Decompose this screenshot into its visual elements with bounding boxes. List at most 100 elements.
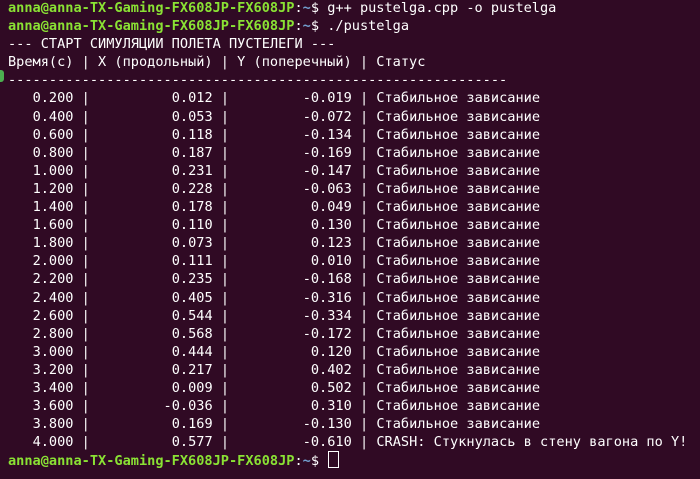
- row-x: 0.187: [171, 144, 213, 161]
- output-row: 2.400 | 0.405 | -0.316 | Стабильное зави…: [8, 289, 700, 307]
- row-x: 0.544: [171, 307, 213, 324]
- column-separator: |: [212, 253, 238, 270]
- activity-indicator: [0, 70, 4, 82]
- output-row: 1.600 | 0.110 | 0.130 | Стабильное завис…: [8, 216, 700, 234]
- row-status: Стабильное зависание: [376, 271, 541, 288]
- row-status: Стабильное зависание: [376, 361, 541, 378]
- row-x: 0.169: [171, 416, 213, 433]
- column-separator: |: [351, 235, 377, 252]
- column-separator: |: [73, 343, 99, 360]
- row-y: 0.130: [310, 217, 352, 234]
- output-row: 3.400 | 0.009 | 0.502 | Стабильное завис…: [8, 379, 700, 397]
- column-separator: |: [212, 325, 238, 342]
- column-separator: |: [73, 144, 99, 161]
- row-x: 0.405: [171, 289, 213, 306]
- column-separator: |: [73, 217, 99, 234]
- row-time: 3.600: [32, 398, 74, 415]
- row-x: 0.110: [171, 217, 213, 234]
- column-separator: |: [73, 416, 99, 433]
- row-x: -0.036: [163, 398, 213, 415]
- row-status: Стабильное зависание: [376, 379, 541, 396]
- column-separator: |: [73, 126, 99, 143]
- column-separator: |: [351, 307, 377, 324]
- prompt-user-host: anna@anna-TX-Gaming-FX608JP-FX608JP: [8, 453, 295, 470]
- column-separator: |: [351, 398, 377, 415]
- column-separator: |: [351, 253, 377, 270]
- row-y: 0.049: [310, 199, 352, 216]
- row-status: Стабильное зависание: [376, 144, 541, 161]
- row-status: Стабильное зависание: [376, 126, 541, 143]
- row-time: 3.000: [32, 343, 74, 360]
- column-separator: |: [351, 126, 377, 143]
- row-time: 2.000: [32, 253, 74, 270]
- table-header: Время(с) | X (продольный) | Y (поперечны…: [8, 54, 426, 71]
- column-separator: |: [212, 398, 238, 415]
- column-separator: |: [351, 180, 377, 197]
- row-time: 0.200: [32, 90, 74, 107]
- output-row: 2.800 | 0.568 | -0.172 | Стабильное зави…: [8, 325, 700, 343]
- prompt-symbol: $: [310, 18, 320, 35]
- column-separator: |: [351, 361, 377, 378]
- row-status: Стабильное зависание: [376, 199, 541, 216]
- row-status: Стабильное зависание: [376, 307, 541, 324]
- row-status: Стабильное зависание: [376, 416, 541, 433]
- row-y: -0.316: [302, 289, 352, 306]
- column-separator: |: [212, 307, 238, 324]
- row-x: 0.053: [171, 108, 213, 125]
- row-time: 1.200: [32, 180, 74, 197]
- row-y: -0.172: [302, 325, 352, 342]
- row-x: 0.444: [171, 343, 213, 360]
- row-x: 0.235: [171, 271, 213, 288]
- terminal-window[interactable]: anna@anna-TX-Gaming-FX608JP-FX608JP:~$ g…: [8, 0, 700, 469]
- output-row: 0.200 | 0.012 | -0.019 | Стабильное зави…: [8, 89, 700, 107]
- column-separator: |: [73, 162, 99, 179]
- column-separator: |: [73, 398, 99, 415]
- row-status: Стабильное зависание: [376, 235, 541, 252]
- prompt-symbol: $: [310, 453, 320, 470]
- column-separator: |: [351, 217, 377, 234]
- column-separator: |: [212, 144, 238, 161]
- column-separator: |: [351, 90, 377, 107]
- text-cursor[interactable]: [328, 451, 340, 469]
- row-y: -0.334: [302, 307, 352, 324]
- row-x: 0.118: [171, 126, 213, 143]
- row-status: Стабильное зависание: [376, 217, 541, 234]
- row-x: 0.577: [171, 434, 213, 451]
- command-line-2: anna@anna-TX-Gaming-FX608JP-FX608JP:~$ .…: [8, 17, 700, 35]
- row-status: Стабильное зависание: [376, 90, 541, 107]
- output-row: 2.600 | 0.544 | -0.334 | Стабильное зави…: [8, 307, 700, 325]
- row-x: 0.217: [171, 361, 213, 378]
- row-time: 0.400: [32, 108, 74, 125]
- row-time: 3.400: [32, 379, 74, 396]
- column-separator: |: [73, 108, 99, 125]
- row-y: 0.123: [310, 235, 352, 252]
- output-rows: 0.200 | 0.012 | -0.019 | Стабильное зави…: [8, 89, 700, 451]
- row-x: 0.568: [171, 325, 213, 342]
- row-status: Стабильное зависание: [376, 289, 541, 306]
- row-status: Стабильное зависание: [376, 253, 541, 270]
- row-time: 2.200: [32, 271, 74, 288]
- row-y: -0.147: [302, 162, 352, 179]
- column-separator: |: [73, 289, 99, 306]
- row-time: 0.800: [32, 144, 74, 161]
- row-y: -0.134: [302, 126, 352, 143]
- column-separator: |: [351, 162, 377, 179]
- row-y: -0.169: [302, 144, 352, 161]
- simulation-banner: --- СТАРТ СИМУЛЯЦИИ ПОЛЕТА ПУСТЕЛЕГИ ---: [8, 36, 336, 53]
- column-separator: |: [212, 416, 238, 433]
- column-separator: |: [351, 271, 377, 288]
- prompt-path: ~: [302, 18, 311, 35]
- command-line-3[interactable]: anna@anna-TX-Gaming-FX608JP-FX608JP:~$: [8, 451, 700, 469]
- output-row: 1.400 | 0.178 | 0.049 | Стабильное завис…: [8, 198, 700, 216]
- column-separator: |: [73, 379, 99, 396]
- column-separator: |: [212, 126, 238, 143]
- row-y: -0.019: [302, 90, 352, 107]
- prompt-symbol: $: [310, 0, 320, 16]
- output-row: 0.400 | 0.053 | -0.072 | Стабильное зави…: [8, 108, 700, 126]
- command-text: g++ pustelga.cpp -o pustelga: [327, 0, 557, 16]
- row-x: 0.111: [171, 253, 213, 270]
- row-x: 0.178: [171, 199, 213, 216]
- column-separator: |: [212, 108, 238, 125]
- column-separator: |: [73, 253, 99, 270]
- column-separator: |: [73, 271, 99, 288]
